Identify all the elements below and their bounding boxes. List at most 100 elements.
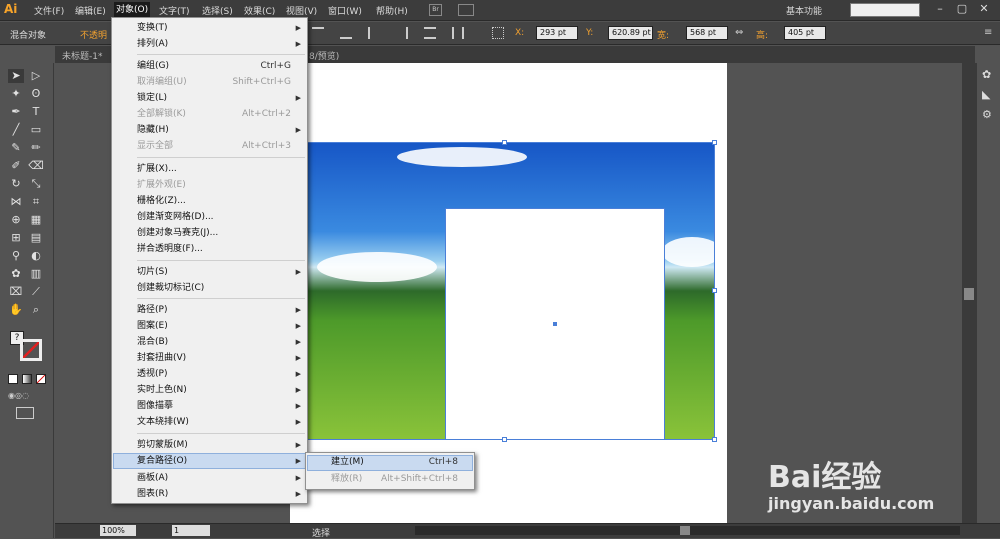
hand-tool-icon[interactable]: ✋ [8, 303, 24, 317]
width-tool-icon[interactable]: ⋈ [8, 195, 24, 209]
zoom-tool-icon[interactable]: ⌕ [28, 303, 44, 317]
minimize-button[interactable]: – [931, 2, 949, 16]
menu-view[interactable]: 视图(V) [286, 4, 317, 17]
zoom-select[interactable]: 100% [100, 525, 136, 536]
pencil-tool-icon[interactable]: ✏ [28, 141, 44, 155]
object-menu-item[interactable]: 变换(T) [137, 21, 168, 36]
object-menu-item[interactable]: 实时上色(N) [137, 383, 187, 398]
resize-handle-bottom[interactable] [502, 437, 507, 442]
arrange-documents-icon[interactable] [458, 4, 474, 16]
artboard-tool-icon[interactable]: ⌧ [8, 285, 24, 299]
object-menu-item[interactable]: 扩展(X)... [137, 162, 177, 177]
rectangle-tool-icon[interactable]: ▭ [28, 123, 44, 137]
object-menu-item[interactable]: 图表(R) [137, 487, 168, 502]
constrain-proportions-icon[interactable]: ⇔ [735, 27, 743, 38]
align-top-icon[interactable] [396, 27, 408, 39]
object-menu-item[interactable]: 图案(E) [137, 319, 168, 334]
object-menu-item[interactable]: 创建裁切标记(C) [137, 281, 204, 296]
eraser-tool-icon[interactable]: ⌫ [28, 159, 44, 173]
object-menu-item[interactable]: 全部解锁(K) [137, 107, 186, 122]
gradient-tool-icon[interactable]: ▤ [28, 231, 44, 245]
eyedropper-tool-icon[interactable]: ⚲ [8, 249, 24, 263]
search-input[interactable] [850, 3, 920, 17]
object-menu-item[interactable]: 锁定(L) [137, 91, 167, 106]
object-menu-item[interactable]: 隐藏(H) [137, 123, 169, 138]
resize-handle-top[interactable] [502, 140, 507, 145]
horizontal-scroll-thumb[interactable] [680, 526, 690, 535]
free-transform-tool-icon[interactable]: ⌗ [28, 195, 44, 209]
object-menu-item[interactable]: 封套扭曲(V) [137, 351, 186, 366]
column-graph-tool-icon[interactable]: ▥ [28, 267, 44, 281]
perspective-grid-tool-icon[interactable]: ▦ [28, 213, 44, 227]
tab-document-1[interactable]: 未标题-1* [62, 49, 102, 62]
object-menu-item[interactable]: 取消编组(U) [137, 75, 187, 90]
drawing-modes-icon[interactable]: ◉◎◌ [8, 391, 46, 401]
symbol-sprayer-tool-icon[interactable]: ✿ [8, 267, 24, 281]
reference-point-icon[interactable] [492, 27, 504, 39]
screen-mode-icon[interactable] [16, 407, 34, 419]
object-menu-item[interactable]: 图像描摹 [137, 399, 173, 414]
resize-handle-bottom-right[interactable] [712, 437, 717, 442]
mesh-tool-icon[interactable]: ⊞ [8, 231, 24, 245]
release-compound-path-item[interactable]: 释放(R) [331, 472, 362, 487]
object-menu-item[interactable]: 拼合透明度(F)... [137, 242, 203, 257]
x-field[interactable]: 293 pt [536, 26, 578, 40]
object-menu-item[interactable]: 创建渐变网格(D)... [137, 210, 214, 225]
object-menu-item[interactable]: 栅格化(Z)... [137, 194, 186, 209]
object-menu-item[interactable]: 混合(B) [137, 335, 168, 350]
object-menu-item[interactable]: 创建对象马赛克(J)... [137, 226, 218, 241]
menu-effect[interactable]: 效果(C) [244, 4, 275, 17]
vertical-scrollbar[interactable] [962, 63, 976, 525]
close-button[interactable]: ✕ [975, 2, 993, 16]
bridge-button[interactable]: Br [429, 4, 442, 16]
type-tool-icon[interactable]: T [28, 105, 44, 119]
align-bottom-icon[interactable] [452, 27, 464, 39]
menu-edit[interactable]: 编辑(E) [75, 4, 106, 17]
menu-help[interactable]: 帮助(H) [376, 4, 408, 17]
align-left-icon[interactable] [312, 27, 324, 39]
gradient-mode-button[interactable] [22, 374, 32, 384]
paintbrush-tool-icon[interactable]: ✎ [8, 141, 24, 155]
align-center-icon[interactable] [340, 27, 352, 39]
object-menu-item[interactable]: 扩展外观(E) [137, 178, 186, 193]
magic-wand-tool-icon[interactable]: ✦ [8, 87, 24, 101]
resize-handle-top-right[interactable] [712, 140, 717, 145]
brushes-panel-icon[interactable]: ◣ [982, 89, 996, 101]
y-field[interactable]: 620.89 pt [608, 26, 653, 40]
align-right-icon[interactable] [368, 27, 380, 39]
none-mode-button[interactable] [36, 374, 46, 384]
object-menu-item[interactable]: 编组(G) [137, 59, 169, 74]
object-menu-item[interactable]: 复合路径(O) [137, 454, 187, 469]
scroll-thumb[interactable] [964, 288, 974, 300]
resize-handle-right[interactable] [712, 288, 717, 293]
slice-tool-icon[interactable]: ⟋ [28, 285, 44, 299]
blob-brush-tool-icon[interactable]: ✐ [8, 159, 24, 173]
menu-window[interactable]: 窗口(W) [328, 4, 362, 17]
shape-builder-tool-icon[interactable]: ⊕ [8, 213, 24, 227]
color-mode-button[interactable] [8, 374, 18, 384]
object-menu-item[interactable]: 剪切蒙版(M) [137, 438, 188, 453]
workspace-switcher[interactable]: 基本功能 [786, 4, 822, 17]
stroke-swatch[interactable] [20, 339, 42, 361]
align-middle-icon[interactable] [424, 27, 436, 39]
object-menu-item[interactable]: 路径(P) [137, 303, 167, 318]
menu-type[interactable]: 文字(T) [159, 4, 190, 17]
maximize-button[interactable]: ▢ [953, 2, 971, 16]
menu-select[interactable]: 选择(S) [202, 4, 233, 17]
height-field[interactable]: 405 pt [784, 26, 826, 40]
make-compound-path-item[interactable]: 建立(M) [331, 455, 364, 470]
scale-tool-icon[interactable]: ⤡ [28, 177, 44, 191]
line-tool-icon[interactable]: ╱ [8, 123, 24, 137]
object-menu-item[interactable]: 显示全部 [137, 139, 173, 154]
object-menu-item[interactable]: 切片(S) [137, 265, 168, 280]
object-menu-item[interactable]: 文本绕排(W) [137, 415, 189, 430]
object-menu-item[interactable]: 透视(P) [137, 367, 167, 382]
object-menu-item[interactable]: 排列(A) [137, 37, 168, 52]
panel-menu-icon[interactable]: ≡ [984, 27, 992, 38]
rotate-tool-icon[interactable]: ↻ [8, 177, 24, 191]
width-field[interactable]: 568 pt [686, 26, 728, 40]
artboard-number-field[interactable]: 1 [172, 525, 210, 536]
tab-document-2-tail[interactable]: 8/预览) [309, 49, 339, 62]
symbols-panel-icon[interactable]: ⚙ [982, 109, 996, 121]
lasso-tool-icon[interactable]: ʘ [28, 87, 44, 101]
